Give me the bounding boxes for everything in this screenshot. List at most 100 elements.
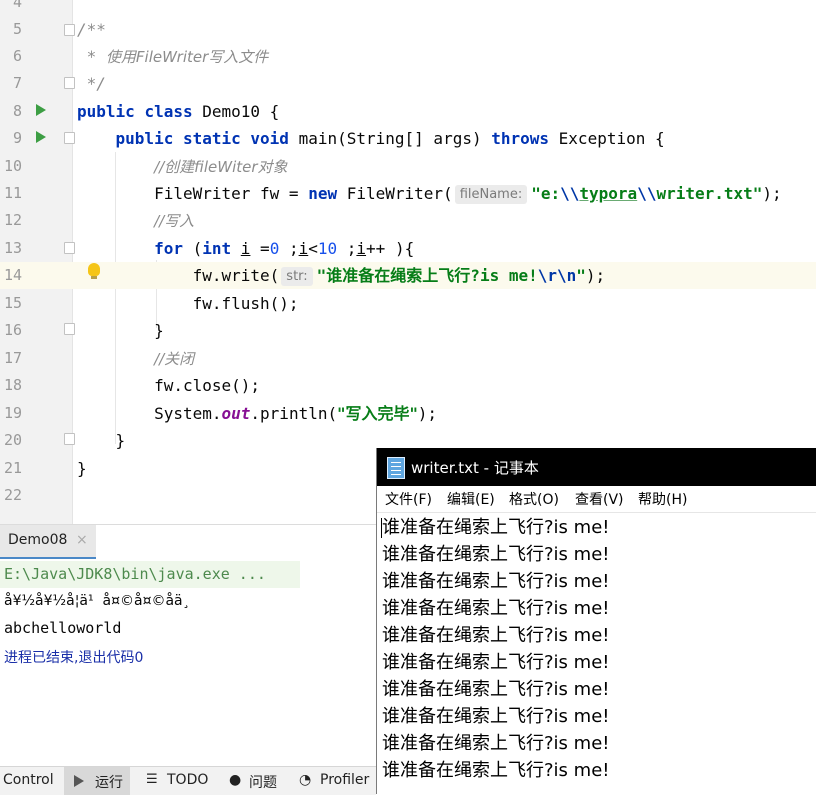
method-call: .println(	[250, 404, 338, 423]
number-literal: 0	[269, 239, 280, 258]
code-line-18: fw.close();	[77, 372, 260, 399]
static-field: out	[221, 404, 251, 423]
notepad-title: writer.txt - 记事本	[411, 459, 539, 477]
output-line: abchelloworld	[4, 619, 122, 637]
problems-tab[interactable]: 问题	[249, 772, 277, 792]
fold-icon[interactable]	[64, 24, 75, 36]
line-comment: //关闭	[154, 350, 195, 368]
text-line: 谁准备在绳索上飞行?is me!	[382, 544, 610, 565]
punctuation: (	[182, 239, 203, 258]
fold-icon[interactable]	[64, 77, 75, 89]
text-line: 谁准备在绳索上飞行?is me!	[382, 625, 610, 646]
run-class-icon[interactable]	[36, 104, 46, 116]
todo-tab[interactable]: TODO	[167, 772, 208, 788]
profiler-icon: ◔	[299, 772, 312, 788]
fold-icon[interactable]	[64, 132, 75, 144]
escape-sequence: \\	[560, 184, 580, 203]
line-number: 11	[3, 184, 22, 202]
fold-icon[interactable]	[64, 323, 75, 335]
tool-window-bar: Control 运行 ☰ TODO ● 问题 ◔ Profiler	[0, 766, 376, 795]
line-number: 10	[3, 157, 22, 175]
process-finished-message: 进程已结束,退出代码0	[4, 650, 144, 666]
constructor-call: FileWriter(	[337, 184, 453, 203]
menu-format[interactable]: 格式(O)	[509, 489, 559, 509]
punctuation: );	[417, 404, 438, 423]
punctuation	[231, 239, 241, 258]
notepad-text-area[interactable]: 谁准备在绳索上飞行?is me! 谁准备在绳索上飞行?is me! 谁准备在绳索…	[382, 514, 609, 784]
fold-icon[interactable]	[64, 433, 75, 445]
class-ref: System.	[154, 404, 222, 423]
exception-type: Exception {	[549, 129, 665, 148]
escape-sequence: \r\n	[537, 266, 577, 285]
fold-icon[interactable]	[64, 242, 75, 254]
line-number: 20	[3, 431, 22, 449]
run-tab-label: Demo08	[8, 532, 68, 548]
notepad-window[interactable]: writer.txt - 记事本 文件(F) 编辑(E) 格式(O) 查看(V)…	[376, 448, 816, 794]
control-tab[interactable]: Control	[3, 772, 54, 788]
line-number: 19	[3, 404, 22, 422]
text-line: 谁准备在绳索上飞行?is me!	[382, 733, 610, 754]
run-tab-demo08[interactable]: Demo08 ×	[0, 525, 96, 559]
list-icon: ☰	[146, 772, 158, 787]
method-signature: main(String[] args)	[288, 129, 492, 148]
text-line: 谁准备在绳索上飞行?is me!	[382, 571, 610, 592]
run-command-line[interactable]: E:\Java\JDK8\bin\java.exe ...	[0, 561, 300, 588]
keyword: void	[250, 129, 289, 148]
keyword: static	[182, 129, 241, 148]
menu-help[interactable]: 帮助(H)	[638, 489, 687, 509]
code-line-5: /**	[77, 16, 106, 43]
line-number: 14	[3, 266, 22, 284]
line-number: 17	[3, 349, 22, 367]
operator: =	[250, 239, 270, 258]
line-number: 18	[3, 376, 22, 394]
text-line: 谁准备在绳索上飞行?is me!	[382, 652, 610, 673]
keyword: for	[154, 239, 183, 258]
keyword: public	[77, 102, 135, 121]
code-line-7: */	[77, 70, 106, 97]
run-tool-tab[interactable]: 运行	[95, 772, 123, 792]
code-line-12: //写入	[77, 207, 194, 235]
brace: }	[154, 321, 164, 340]
number-literal: 10	[317, 239, 338, 258]
operator: <	[308, 239, 318, 258]
code-line-16: }	[77, 317, 164, 344]
code-line-11: FileWriter fw = new FileWriter(fileName:…	[77, 180, 782, 207]
code-editor[interactable]: 4 5 6 7 8 9 10 11 12 13 14 15 16 17 18 19 20 21 22 /** * 使…	[0, 0, 816, 524]
menu-edit[interactable]: 编辑(E)	[447, 489, 495, 509]
notepad-icon	[387, 457, 405, 479]
line-number: 12	[3, 211, 22, 229]
notepad-menu-bar: 文件(F) 编辑(E) 格式(O) 查看(V) 帮助(H)	[377, 486, 816, 513]
punctuation: );	[762, 184, 782, 203]
line-number: 13	[3, 239, 22, 257]
text-line: 谁准备在绳索上飞行?is me!	[382, 598, 610, 619]
line-number: 9	[12, 129, 22, 147]
profiler-tab[interactable]: Profiler	[320, 772, 369, 788]
text-line: 谁准备在绳索上飞行?is me!	[382, 517, 610, 538]
class-declaration: Demo10 {	[192, 102, 280, 121]
notepad-title-bar[interactable]: writer.txt - 记事本	[377, 448, 816, 486]
line-number: 4	[12, 0, 22, 11]
close-icon[interactable]: ×	[76, 532, 88, 548]
line-comment: //创建fileWiter对象	[154, 158, 288, 176]
menu-view[interactable]: 查看(V)	[575, 489, 624, 509]
line-number: 21	[3, 459, 22, 477]
line-number: 22	[3, 486, 22, 504]
keyword: int	[202, 239, 232, 258]
keyword: throws	[491, 129, 550, 148]
line-number: 16	[3, 321, 22, 339]
run-main-icon[interactable]	[36, 131, 46, 143]
play-icon	[74, 775, 84, 787]
menu-file[interactable]: 文件(F)	[385, 489, 432, 509]
string-literal: "谁准备在绳索上飞行?is me!	[316, 266, 538, 285]
javadoc-open: /**	[77, 20, 106, 39]
string-literal: typora	[579, 184, 638, 203]
keyword: public	[115, 129, 174, 148]
text-line: 谁准备在绳索上飞行?is me!	[382, 679, 610, 700]
line-number: 6	[12, 47, 22, 65]
variable: i	[298, 239, 309, 258]
code-line-13: for (int i =0 ;i<10 ;i++ ){	[77, 235, 414, 262]
variable: i	[240, 239, 251, 258]
code-line-8: public class Demo10 {	[77, 98, 279, 125]
line-number: 15	[3, 294, 22, 312]
text-line: 谁准备在绳索上飞行?is me!	[382, 760, 610, 781]
